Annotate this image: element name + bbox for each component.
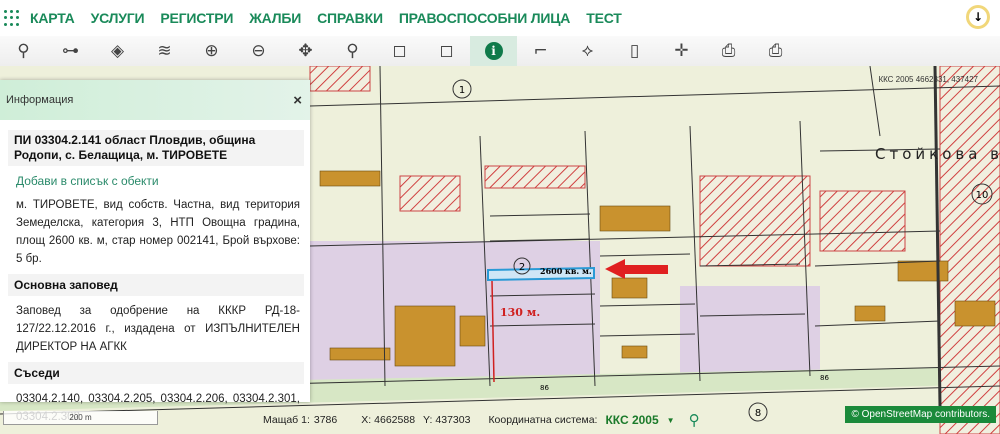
length-label: 130 м. <box>500 306 540 319</box>
parcel-description: м. ТИРОВЕТЕ, вид собств. Частна, вид тер… <box>16 199 300 265</box>
nav-registri[interactable]: РЕГИСТРИ <box>160 10 233 26</box>
info-button[interactable]: i <box>470 36 517 66</box>
street-label: Стойкова въ <box>875 145 1000 163</box>
measure-icon[interactable]: ⌐ <box>517 36 564 66</box>
parcel-10-label: 10 <box>976 190 989 201</box>
neighbors-heading: Съседи <box>8 362 304 384</box>
parcel-8-label: 8 <box>755 408 761 419</box>
info-panel-header: Информация × <box>0 80 310 120</box>
map-icon[interactable]: ▯ <box>611 36 658 66</box>
area-label: 2600 кв. м. <box>540 266 592 276</box>
select-rect-remove-icon[interactable]: ◻ <box>423 36 470 66</box>
chevron-down-icon[interactable]: ▼ <box>667 416 675 425</box>
order-heading: Основна заповед <box>8 274 304 296</box>
info-icon: i <box>484 42 503 60</box>
crosshair-icon[interactable]: ✛ <box>658 36 705 66</box>
top-nav: КАРТА УСЛУГИ РЕГИСТРИ ЖАЛБИ СПРАВКИ ПРАВ… <box>0 0 1000 36</box>
x-label: X: <box>361 414 372 426</box>
nav-pravosposobni[interactable]: ПРАВОСПОСОБНИ ЛИЦА <box>399 10 571 26</box>
road-number: 86 <box>820 374 829 382</box>
nav-karta[interactable]: КАРТА <box>30 10 75 26</box>
nav-test[interactable]: ТЕСТ <box>586 10 622 26</box>
scale-label: Мащаб 1: <box>263 414 310 426</box>
search-icon[interactable]: ⚲ <box>689 411 700 429</box>
polygon-icon[interactable]: ⟡ <box>564 36 611 66</box>
download-icon[interactable]: ↓ <box>966 5 990 29</box>
cursor-coordinates: ККС 2005 4662331, 437427 <box>878 75 978 84</box>
parcel-1-label: 1 <box>459 85 465 96</box>
crs-select[interactable]: ККС 2005 <box>605 413 658 427</box>
add-to-list-link[interactable]: Добави в списък с обекти <box>0 166 310 190</box>
scale-value[interactable]: 3786 <box>314 414 337 426</box>
pin-icon[interactable]: ⚲ <box>329 36 376 66</box>
nav-uslugi[interactable]: УСЛУГИ <box>91 10 145 26</box>
select-rect-add-icon[interactable]: ◻ <box>376 36 423 66</box>
layers-icon[interactable]: ≋ <box>141 36 188 66</box>
map-area-purple <box>680 286 820 376</box>
upload-doc-icon[interactable]: ⎙ <box>705 36 752 66</box>
close-icon[interactable]: × <box>293 92 302 109</box>
crs-label: Координатна система: <box>488 414 598 426</box>
nav-spravki[interactable]: СПРАВКИ <box>317 10 383 26</box>
y-label: Y: <box>423 414 433 426</box>
x-value: 4662588 <box>374 414 416 426</box>
layer-icon[interactable]: ◈ <box>94 36 141 66</box>
zoom-in-icon[interactable]: ⊕ <box>188 36 235 66</box>
attribution[interactable]: © OpenStreetMap contributors. <box>845 406 996 423</box>
y-value: 437303 <box>435 414 471 426</box>
map-toolbar: ⚲ ⊶ ◈ ≋ ⊕ ⊖ ✥ ⚲ ◻ ◻ i ⌐ ⟡ ▯ ✛ ⎙ ⎙ <box>0 36 1000 66</box>
nav-zhalbi[interactable]: ЖАЛБИ <box>249 10 301 26</box>
apps-grid-icon[interactable] <box>4 10 20 26</box>
scale-bar: 200 m <box>3 411 158 425</box>
parcel-heading: ПИ 03304.2.141 област Пловдив, община Ро… <box>8 130 304 166</box>
print-icon[interactable]: ⎙ <box>752 36 799 66</box>
parcel-2-label: 2 <box>519 262 525 273</box>
info-panel: Информация × ПИ 03304.2.141 област Пловд… <box>0 80 310 423</box>
search-icon[interactable]: ⚲ <box>0 36 47 66</box>
road-number: 86 <box>540 384 549 392</box>
zoom-out-icon[interactable]: ⊖ <box>235 36 282 66</box>
route-icon[interactable]: ⊶ <box>47 36 94 66</box>
status-bar: Мащаб 1: 3786 X: 4662588 Y: 437303 Коорд… <box>263 411 708 429</box>
order-text: Заповед за одобрение на КККР РД-18-127/2… <box>16 305 300 353</box>
info-panel-title: Информация <box>6 94 74 106</box>
pan-icon[interactable]: ✥ <box>282 36 329 66</box>
